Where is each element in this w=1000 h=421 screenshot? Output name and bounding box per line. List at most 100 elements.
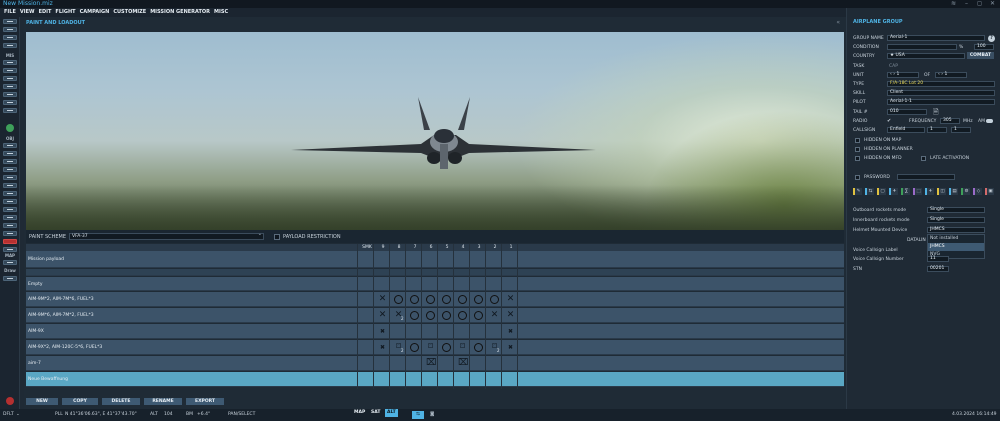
weapon-icon[interactable]: ✕ <box>490 311 499 320</box>
list-icon[interactable]: ▤ <box>949 188 958 195</box>
menu-customize[interactable]: CUSTOMIZE <box>113 8 146 17</box>
frequency-input[interactable]: 305 <box>940 118 960 124</box>
toolbar-button[interactable] <box>3 84 17 89</box>
diamond-icon[interactable]: ◇ <box>973 188 982 195</box>
toolbar-button[interactable] <box>3 92 17 97</box>
weapon-icon[interactable] <box>458 311 467 320</box>
weapon-icon[interactable]: ✖ <box>506 343 515 352</box>
table-row[interactable]: Empty <box>26 277 844 291</box>
toolbar-button[interactable] <box>3 43 17 48</box>
toolbar-button[interactable] <box>3 60 17 65</box>
weapon-icon[interactable] <box>442 295 451 304</box>
table-row[interactable]: AIM-9M*2, AIM-7M*6, FUEL*3 <box>26 292 844 307</box>
menu-misc[interactable]: MISC <box>214 8 228 17</box>
menu-campaign[interactable]: CAMPAIGN <box>80 8 110 17</box>
weapon-icon[interactable] <box>474 343 483 352</box>
weapon-icon[interactable]: ⌧ <box>426 359 436 368</box>
toolbar-button[interactable] <box>3 215 17 220</box>
skill-select[interactable]: Client <box>887 90 995 96</box>
toolbar-button[interactable] <box>3 19 17 24</box>
callsign-number-1[interactable]: 1 <box>927 127 947 133</box>
alt-map-button[interactable]: ALT <box>385 409 398 417</box>
voice-callsign-number-input[interactable]: 11 <box>927 256 949 262</box>
group-name-input[interactable]: Aerial-1 <box>887 35 985 41</box>
weapon-icon[interactable] <box>474 295 483 304</box>
toolbar-button[interactable] <box>3 151 17 156</box>
stn-input[interactable]: 00201 <box>927 266 949 272</box>
frame-icon[interactable]: ▢ <box>877 188 886 195</box>
box-icon[interactable]: ⬚ <box>913 188 922 195</box>
edit-icon[interactable]: ✎ <box>853 188 862 195</box>
type-select[interactable]: F/A-18C Lot 20 <box>887 81 995 87</box>
combat-button[interactable]: COMBAT <box>967 52 994 59</box>
radio-checkmark-icon[interactable]: ✔ <box>887 118 891 124</box>
outboard-select[interactable]: Single <box>927 207 985 213</box>
weapon-icon[interactable] <box>410 343 419 352</box>
dropdown-option[interactable]: Not installed <box>928 235 984 243</box>
weapon-icon[interactable]: ⌑ <box>458 343 467 352</box>
ruler-icon[interactable]: ⇆ <box>412 411 424 419</box>
weapon-icon[interactable]: ✕ <box>378 295 387 304</box>
toolbar-button[interactable] <box>3 183 17 188</box>
menu-file[interactable]: FILE <box>4 8 16 17</box>
weapon-icon[interactable] <box>458 295 467 304</box>
weapon-icon[interactable]: ✖ <box>378 327 387 336</box>
weapon-icon[interactable]: ⌑ 2 <box>490 343 499 354</box>
toolbar-button[interactable] <box>3 76 17 81</box>
menu-mission-generator[interactable]: MISSION GENERATOR <box>150 8 210 17</box>
toolbar-button[interactable] <box>3 276 17 281</box>
export-button[interactable]: EXPORT <box>186 398 224 405</box>
weapon-icon[interactable]: ⌑ 2 <box>394 343 403 354</box>
weapon-icon[interactable]: ✕ <box>378 311 387 320</box>
chevron-down-icon[interactable]: ⌄ <box>16 409 20 421</box>
late-activation-checkbox[interactable] <box>921 156 926 161</box>
dropdown-option-selected[interactable]: JHMCS <box>928 243 984 251</box>
am-fm-toggle[interactable] <box>986 119 993 123</box>
weapon-icon[interactable]: ⌑ <box>426 343 435 352</box>
weapon-icon[interactable] <box>490 295 499 304</box>
toolbar-button[interactable] <box>3 199 17 204</box>
toolbar-button[interactable] <box>3 143 17 148</box>
inboard-select[interactable]: Single <box>927 217 985 223</box>
toolbar-button[interactable] <box>3 35 17 40</box>
network-icon[interactable]: ≋ <box>951 0 956 8</box>
toolbar-button[interactable] <box>3 159 17 164</box>
weapon-icon[interactable] <box>442 311 451 320</box>
toolbar-button[interactable] <box>3 231 17 236</box>
toolbar-button[interactable] <box>3 108 17 113</box>
weapon-icon[interactable]: ⌧ <box>458 359 468 368</box>
plane-icon[interactable]: ✈ <box>925 188 934 195</box>
minimize-button[interactable]: – <box>965 0 968 8</box>
weapon-icon[interactable] <box>474 311 483 320</box>
weapon-icon[interactable]: ✖ <box>378 343 387 352</box>
weapon-icon[interactable] <box>410 311 419 320</box>
table-row[interactable]: AIM-9X*2, AIM-120C-5*6, FUEL*3 <box>26 340 844 355</box>
toolbar-button[interactable] <box>3 260 17 265</box>
close-icon[interactable]: « <box>836 19 840 26</box>
hidden-on-planner-checkbox[interactable] <box>855 147 860 152</box>
condition-bar[interactable] <box>887 44 957 50</box>
weapon-icon[interactable] <box>442 343 451 352</box>
close-window-button[interactable]: ✕ <box>990 0 995 8</box>
of-stepper[interactable]: ‹ › 1 <box>935 72 967 78</box>
weapon-icon[interactable]: ✕ <box>506 295 515 304</box>
power-icon[interactable] <box>6 397 14 405</box>
red-toolbar-button[interactable] <box>3 239 17 244</box>
help-icon[interactable]: ? <box>988 35 995 42</box>
plane-icon[interactable]: ✈ <box>889 188 898 195</box>
weapon-icon[interactable] <box>394 295 403 304</box>
help-icon[interactable] <box>6 124 14 132</box>
callsign-select[interactable]: Enfield <box>887 127 925 133</box>
toolbar-button[interactable] <box>3 191 17 196</box>
weapon-icon[interactable] <box>426 295 435 304</box>
maximize-button[interactable]: ◻ <box>977 0 982 8</box>
table-row[interactable]: Mission payload <box>26 251 844 268</box>
sum-icon[interactable]: ∑ <box>901 188 910 195</box>
toolbar-button[interactable] <box>3 175 17 180</box>
table-row[interactable]: AIM-9M*6, AIM-7M*2, FUEL*3 <box>26 308 844 323</box>
table-row-selected[interactable]: Neue Bewaffnung <box>26 372 844 387</box>
gear-icon[interactable]: ⚙ <box>961 188 970 195</box>
weapon-icon[interactable] <box>410 295 419 304</box>
menu-flight[interactable]: FLIGHT <box>55 8 75 17</box>
password-input[interactable] <box>897 174 955 180</box>
